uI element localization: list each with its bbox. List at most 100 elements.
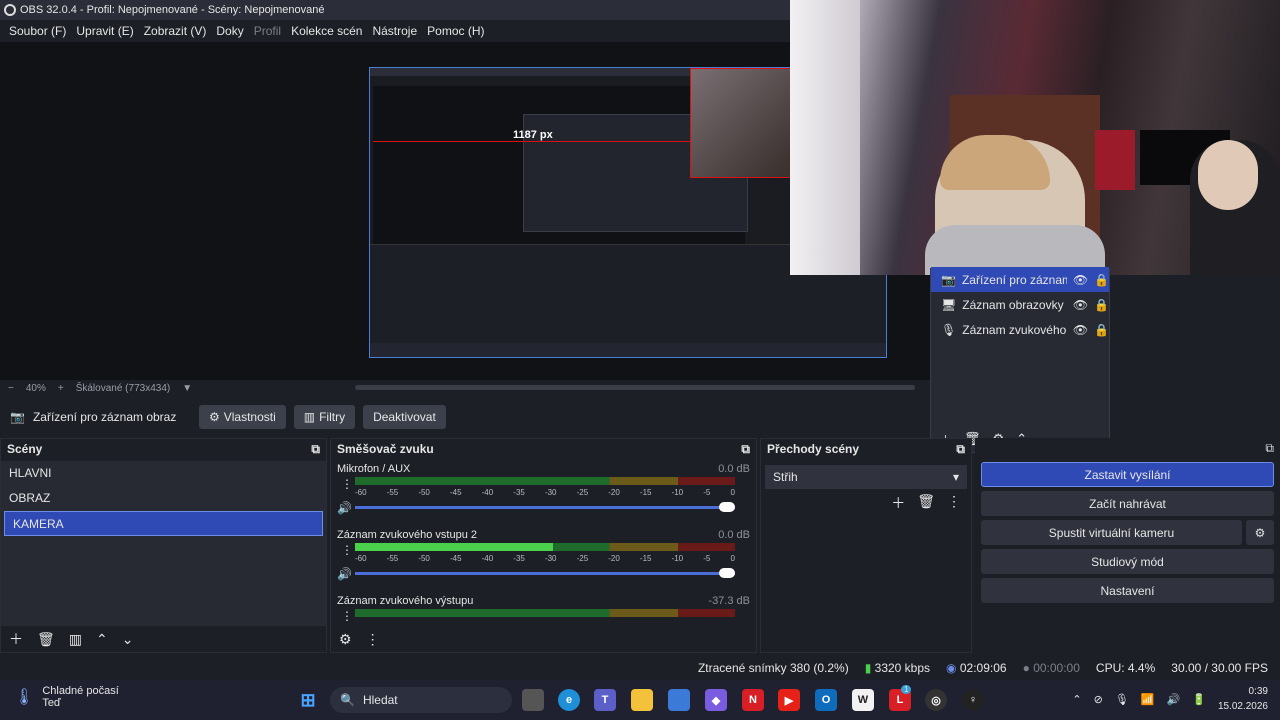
- eye-icon[interactable]: 👁: [1073, 298, 1088, 312]
- lock-icon[interactable]: 🔒: [1094, 298, 1109, 312]
- eye-icon[interactable]: 👁: [1073, 273, 1088, 287]
- zoom-in-icon[interactable]: +: [58, 383, 64, 394]
- obs-taskbar-icon[interactable]: ◎: [925, 689, 947, 711]
- window-title: OBS 32.0.4 - Profil: Nepojmenované - Scé…: [20, 4, 325, 16]
- volume-icon[interactable]: 🔊: [1167, 693, 1181, 706]
- scene-filters-icon[interactable]: ▥: [69, 631, 82, 648]
- properties-button[interactable]: ⚙ Vlastnosti: [198, 405, 286, 429]
- outlook-icon[interactable]: O: [815, 689, 837, 711]
- scale-label: Škálované (773x434): [75, 382, 171, 394]
- camera-icon: 📷: [941, 272, 956, 287]
- source-item[interactable]: 🖥 Záznam obrazovky 2 👁 🔒: [931, 292, 1109, 317]
- advanced-audio-icon[interactable]: ⚙: [339, 631, 352, 648]
- record-icon: ●: [1022, 661, 1030, 675]
- studio-mode-button[interactable]: Studiový mód: [981, 549, 1274, 574]
- add-transition-icon[interactable]: ＋: [891, 493, 905, 513]
- store-icon[interactable]: [668, 689, 690, 711]
- speaker-icon[interactable]: 🔊: [337, 501, 352, 515]
- scene-item[interactable]: KAMERA: [4, 511, 323, 536]
- chevron-up-icon[interactable]: ⌃: [1072, 693, 1081, 706]
- transition-menu-icon[interactable]: ⋮: [947, 493, 961, 513]
- network-off-icon[interactable]: ⊘: [1094, 693, 1103, 706]
- menu-help[interactable]: Pomoc (H): [422, 24, 489, 38]
- microphone-icon[interactable]: 🎙: [1115, 693, 1129, 706]
- menu-tools[interactable]: Nástroje: [367, 24, 422, 38]
- meter-tick: -5: [703, 488, 711, 497]
- meter-tick: -15: [639, 488, 652, 497]
- weather-widget[interactable]: 🌡 Chladné počasí Teď: [14, 685, 119, 709]
- move-down-icon[interactable]: ⌄: [122, 631, 134, 648]
- channel-menu-icon[interactable]: ⋮: [341, 543, 353, 557]
- taskbar-search[interactable]: 🔍 Hledat: [330, 687, 512, 713]
- battery-icon[interactable]: 🔋: [1192, 693, 1206, 706]
- menu-edit[interactable]: Upravit (E): [71, 24, 138, 38]
- filters-button[interactable]: ▥ Filtry: [293, 405, 356, 429]
- teams-icon[interactable]: T: [594, 689, 616, 711]
- copilot-icon[interactable]: ◆: [705, 689, 727, 711]
- meter-ticks: -60 -55 -50 -45 -40 -35 -30 -25 -20 -15 -10 -5 0: [355, 488, 735, 497]
- remove-transition-icon[interactable]: 🗑: [917, 493, 935, 513]
- audio-mixer-dock: Směšovač zvuku ⧉ Mikrofon / AUX 0.0 dB ⋮ …: [330, 438, 757, 653]
- eye-icon[interactable]: 👁: [1073, 323, 1088, 337]
- virtual-camera-settings-button[interactable]: ⚙: [1246, 520, 1274, 545]
- system-clock[interactable]: 0:39 15.02.2026: [1218, 684, 1268, 714]
- meter-tick: 0: [730, 488, 735, 497]
- move-up-icon[interactable]: ⌃: [96, 631, 108, 648]
- menu-scene-collection[interactable]: Kolekce scén: [286, 24, 367, 38]
- start-recording-button[interactable]: Začít nahrávat: [981, 491, 1274, 516]
- wifi-icon[interactable]: 📶: [1141, 693, 1155, 706]
- speaker-icon[interactable]: 🔊: [337, 567, 352, 581]
- windows-start-icon[interactable]: ⊞: [297, 689, 319, 711]
- mixer-channel: Záznam zvukového výstupu -37.3 dB ⋮: [331, 593, 756, 626]
- edge-icon[interactable]: e: [558, 689, 580, 711]
- transitions-dock: Přechody scény ⧉ Střih ▾ ＋ 🗑 ⋮: [760, 438, 972, 653]
- start-virtual-camera-button[interactable]: Spustit virtuální kameru: [981, 520, 1242, 545]
- file-explorer-icon[interactable]: [631, 689, 653, 711]
- task-view-icon[interactable]: [522, 689, 544, 711]
- undock-icon[interactable]: ⧉: [741, 442, 750, 457]
- undock-icon[interactable]: ⧉: [1265, 441, 1274, 456]
- menu-docks[interactable]: Doky: [211, 24, 248, 38]
- signal-icon: ▮: [864, 661, 872, 675]
- channel-name: Záznam zvukového vstupu 2: [337, 529, 478, 541]
- menu-file[interactable]: Soubor (F): [4, 24, 71, 38]
- youtube-icon[interactable]: ▶: [778, 689, 800, 711]
- preview-scrollbar[interactable]: [355, 385, 915, 390]
- undock-icon[interactable]: ⧉: [956, 442, 965, 457]
- scale-dropdown-icon[interactable]: ▼: [182, 383, 192, 394]
- stop-streaming-button[interactable]: Zastavit vysílání: [981, 462, 1274, 487]
- volume-meter: [355, 609, 735, 617]
- channel-name: Mikrofon / AUX: [337, 463, 411, 475]
- wikipedia-icon[interactable]: W: [852, 689, 874, 711]
- lock-icon[interactable]: 🔒: [1094, 323, 1109, 337]
- volume-slider[interactable]: [355, 502, 735, 512]
- menu-view[interactable]: Zobrazit (V): [139, 24, 212, 38]
- menu-bar: Soubor (F) Upravit (E) Zobrazit (V) Doky…: [0, 20, 790, 42]
- channel-menu-icon[interactable]: ⋮: [341, 609, 353, 623]
- zoom-out-icon[interactable]: −: [8, 383, 14, 394]
- webcam-feed: [790, 0, 1280, 275]
- meter-tick: -25: [576, 554, 589, 563]
- meter-tick: -35: [513, 488, 525, 497]
- netflix-icon[interactable]: N: [742, 689, 764, 711]
- microphone-icon: 🎙: [941, 322, 957, 337]
- source-item[interactable]: 🎙 Záznam zvukového v 👁 🔒: [931, 317, 1109, 342]
- lock-icon[interactable]: 🔒: [1094, 273, 1109, 287]
- source-item[interactable]: 📷 Zařízení pro záznam 👁 🔒: [931, 267, 1109, 292]
- volume-slider[interactable]: [355, 568, 735, 578]
- settings-button[interactable]: Nastavení: [981, 578, 1274, 603]
- mixer-menu-icon[interactable]: ⋮: [366, 631, 380, 648]
- chevron-down-icon: ▾: [952, 470, 959, 484]
- deactivate-button[interactable]: Deaktivovat: [363, 405, 446, 429]
- weather-subtitle: Teď: [42, 697, 61, 709]
- remove-scene-icon[interactable]: 🗑: [37, 631, 55, 648]
- add-scene-icon[interactable]: ＋: [9, 629, 23, 649]
- channel-menu-icon[interactable]: ⋮: [341, 477, 353, 491]
- scene-item[interactable]: OBRAZ: [1, 486, 326, 511]
- scene-item[interactable]: HLAVNI: [1, 461, 326, 486]
- menu-profile[interactable]: Profil: [249, 24, 286, 38]
- app-pin-icon[interactable]: ♀: [962, 689, 984, 711]
- transition-select[interactable]: Střih ▾: [765, 465, 967, 489]
- undock-icon[interactable]: ⧉: [311, 442, 320, 457]
- meter-ticks: -60 -55 -50 -45 -40 -35 -30 -25 -20 -15 -10 -5 0: [355, 554, 735, 563]
